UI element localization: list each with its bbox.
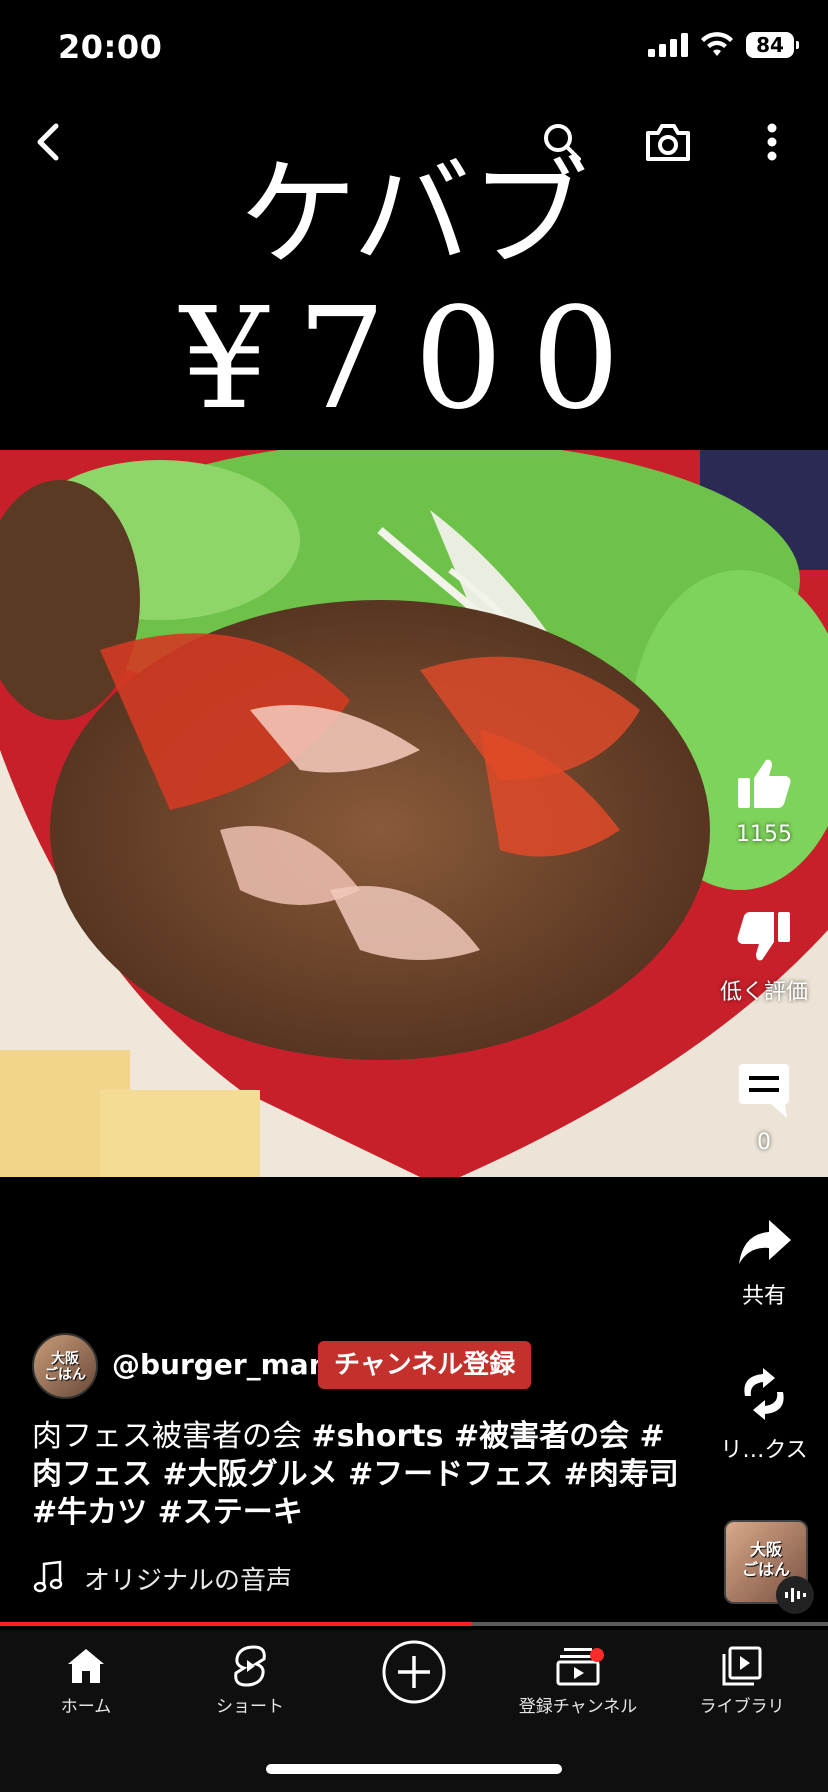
camera-button[interactable] [636,110,700,174]
status-time: 20:00 [58,28,163,66]
channel-handle[interactable]: @burger_man [112,1348,329,1381]
video-progress-fill [0,1622,472,1626]
home-icon [68,1649,104,1683]
more-options-button[interactable] [740,110,804,174]
wifi-icon [701,32,733,56]
nav-home-label: ホーム [60,1697,112,1717]
video-overlay-title: ケバブ [239,145,589,283]
nav-shorts-label: ショート [216,1697,284,1717]
signal-icon [648,33,688,57]
back-button[interactable] [16,110,80,174]
audio-wave-badge [776,1576,814,1614]
camera-icon [646,124,690,161]
battery-indicator: 84 [746,32,799,58]
remix-button[interactable]: リ…クス [704,1366,824,1464]
music-note-icon [32,1560,64,1598]
home-indicator[interactable] [266,1764,562,1774]
share-button[interactable]: 共有 [704,1216,824,1310]
comment-icon [739,1064,789,1118]
audio-wave-icon [785,1588,806,1602]
sound-label[interactable]: オリジナルの音声 [84,1560,292,1597]
comment-count: 0 [757,1130,771,1155]
channel-avatar[interactable]: 大阪 ごはん [32,1333,98,1399]
caption-text: 肉フェス被害者の会 [32,1419,302,1454]
video-overlay-price: ¥700 [179,278,649,441]
back-arrow-icon [37,123,59,161]
status-indicators: 84 [648,32,799,58]
like-button[interactable]: 1155 [704,756,824,847]
like-count: 1155 [736,822,792,847]
share-icon [739,1220,791,1264]
dislike-label: 低く評価 [719,980,808,1005]
more-vertical-icon [767,123,777,161]
dislike-button[interactable]: 低く評価 [704,908,824,1006]
video-caption[interactable]: 肉フェス被害者の会 #shorts #被害者の会 #肉フェス #大阪グルメ #フ… [32,1418,692,1532]
nav-library[interactable]: ライブラリ [660,1640,824,1717]
nav-subscriptions[interactable]: 登録チャンネル [496,1640,660,1717]
notification-dot [590,1648,604,1662]
comments-button[interactable]: 0 [704,1062,824,1155]
search-icon [544,124,581,161]
remix-label: リ…クス [720,1438,808,1463]
library-icon [722,1646,762,1686]
create-plus-icon [382,1640,446,1704]
nav-home[interactable]: ホーム [4,1640,168,1717]
search-button[interactable] [530,110,594,174]
nav-subscriptions-label: 登録チャンネル [518,1697,638,1717]
thumbs-down-icon [737,912,790,961]
sound-thumbnail-text: 大阪 ごはん [741,1540,790,1579]
remix-icon [744,1368,784,1420]
subscribe-button[interactable]: チャンネル登録 [318,1341,532,1389]
nav-create[interactable] [332,1638,496,1706]
share-label: 共有 [741,1284,786,1309]
nav-shorts[interactable]: ショート [168,1640,332,1717]
shorts-icon [234,1645,266,1687]
avatar-text: 大阪 ごはん [44,1351,86,1383]
nav-library-label: ライブラリ [699,1697,785,1717]
thumbs-up-icon [738,759,791,808]
video-progress-bar[interactable] [0,1622,828,1626]
